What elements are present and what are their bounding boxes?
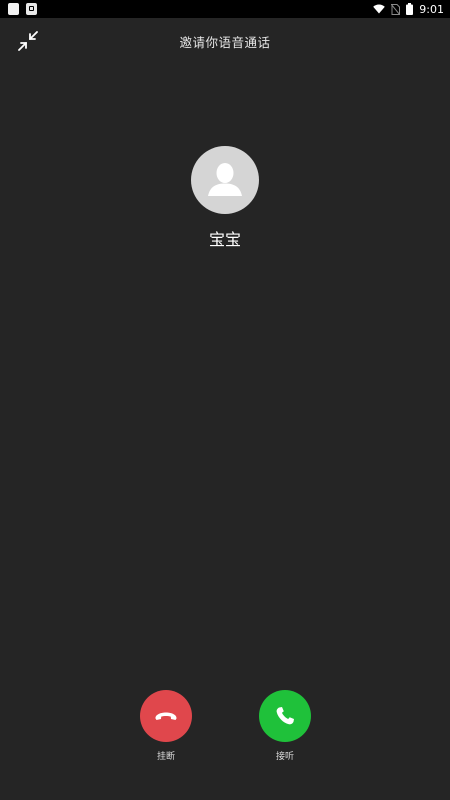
clock-time: 9:01 [419, 2, 444, 16]
wifi-icon [373, 4, 386, 14]
app-icon [8, 3, 19, 15]
answer-label: 接听 [275, 752, 294, 762]
person-icon [208, 163, 242, 196]
status-bar: 9:01 [0, 0, 450, 18]
avatar [191, 146, 259, 214]
incoming-call-screen: 9:01 邀请你语音通话 宝宝 挂断 接听 [0, 0, 450, 800]
answer-button[interactable] [259, 690, 311, 742]
notification-icon [26, 3, 37, 15]
caller-name: 宝宝 [208, 230, 241, 249]
no-sim-icon [391, 3, 401, 15]
status-bar-right: 9:01 [373, 0, 444, 18]
phone-icon [276, 707, 294, 725]
hangup-label: 挂断 [156, 752, 175, 762]
battery-icon [406, 3, 414, 15]
hangup-button[interactable] [140, 690, 192, 742]
call-title: 邀请你语音通话 [179, 35, 271, 50]
hangup-icon [155, 712, 177, 720]
